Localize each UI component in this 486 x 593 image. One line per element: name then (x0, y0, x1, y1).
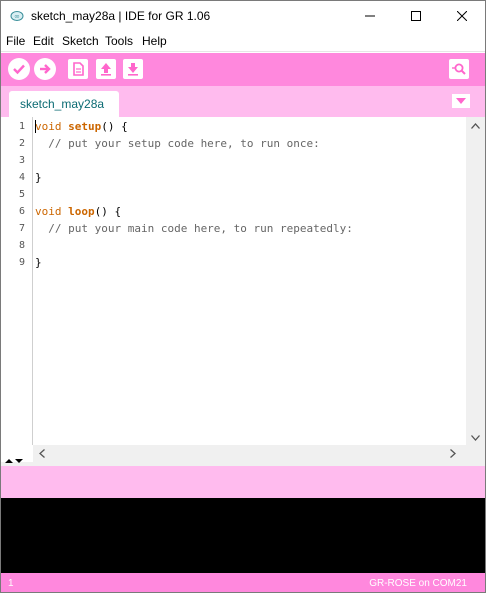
serial-monitor-button[interactable] (449, 59, 469, 79)
line-number: 7 (18, 223, 25, 234)
code-comment: // put your main code here, to run repea… (35, 222, 353, 235)
line-number: 1 (18, 121, 25, 132)
line-number: 4 (18, 172, 25, 183)
close-icon (457, 11, 467, 21)
magnifier-icon (452, 63, 466, 75)
menu-bar: File Edit Sketch Tools Help (1, 31, 485, 52)
console-output[interactable] (1, 498, 485, 573)
function-name: loop (68, 205, 95, 218)
ide-window: ∞ sketch_may28a | IDE for GR 1.06 File E… (0, 0, 486, 593)
new-file-icon (73, 62, 84, 76)
status-line-number: 1 (8, 578, 14, 589)
gutter-divider (32, 117, 33, 445)
svg-text:∞: ∞ (14, 13, 20, 21)
arrow-right-icon (40, 64, 51, 74)
code-line: } (35, 171, 42, 184)
menu-edit[interactable]: Edit (33, 34, 54, 48)
vertical-scrollbar[interactable] (466, 117, 485, 445)
arrow-up-icon (101, 63, 111, 76)
close-button[interactable] (439, 1, 485, 31)
code-comment: // put your setup code here, to run once… (35, 137, 320, 150)
maximize-icon (411, 11, 421, 21)
open-button[interactable] (96, 59, 116, 79)
upload-button[interactable] (34, 58, 56, 80)
scrollbar-corner (466, 445, 485, 462)
tab-sketch[interactable]: sketch_may28a (9, 91, 119, 117)
line-number-gutter: 1 2 3 4 5 6 7 8 9 (1, 117, 32, 445)
tab-menu-button[interactable] (452, 94, 470, 108)
line-number: 8 (18, 240, 25, 251)
status-bar: 1 GR-ROSE on COM21 (1, 573, 485, 592)
line-number: 5 (18, 189, 25, 200)
menu-help[interactable]: Help (142, 34, 167, 48)
title-bar: ∞ sketch_may28a | IDE for GR 1.06 (1, 1, 485, 31)
maximize-button[interactable] (393, 1, 439, 31)
scroll-down-icon[interactable] (471, 433, 480, 443)
function-name: setup (68, 120, 102, 133)
menu-sketch[interactable]: Sketch (62, 34, 99, 48)
verify-button[interactable] (8, 58, 30, 80)
scroll-up-icon[interactable] (471, 121, 480, 131)
splitter-handle-icon[interactable] (5, 458, 23, 466)
line-number: 6 (18, 206, 25, 217)
checkmark-icon (13, 64, 25, 75)
line-number: 2 (18, 138, 25, 149)
menu-tools[interactable]: Tools (105, 34, 133, 48)
keyword-void: void (35, 205, 62, 218)
code-line: } (35, 256, 42, 269)
keyword-void: void (35, 120, 62, 133)
code-text: () { (101, 120, 128, 133)
window-title: sketch_may28a | IDE for GR 1.06 (31, 9, 211, 23)
code-text: () { (94, 205, 122, 218)
code-line: void loop() { (35, 205, 121, 218)
tab-strip: sketch_may28a (1, 86, 485, 117)
line-number: 3 (18, 155, 25, 166)
scroll-left-icon[interactable] (39, 449, 45, 460)
app-icon: ∞ (10, 9, 24, 23)
save-button[interactable] (123, 59, 143, 79)
tab-label: sketch_may28a (20, 97, 105, 111)
message-bar (1, 466, 485, 498)
text-caret (35, 120, 36, 133)
minimize-icon (365, 15, 375, 17)
toolbar (1, 53, 485, 86)
menu-file[interactable]: File (6, 34, 25, 48)
code-line: void setup() { (35, 120, 128, 133)
line-number: 9 (18, 257, 25, 268)
code-editor[interactable]: 1 2 3 4 5 6 7 8 9 void setup() { // put … (1, 117, 485, 462)
horizontal-scrollbar[interactable] (33, 445, 466, 462)
minimize-button[interactable] (347, 1, 393, 31)
new-button[interactable] (68, 59, 88, 79)
chevron-down-icon (456, 98, 466, 104)
scroll-right-icon[interactable] (450, 449, 456, 460)
arrow-down-icon (128, 63, 138, 76)
status-board-port: GR-ROSE on COM21 (369, 578, 467, 589)
